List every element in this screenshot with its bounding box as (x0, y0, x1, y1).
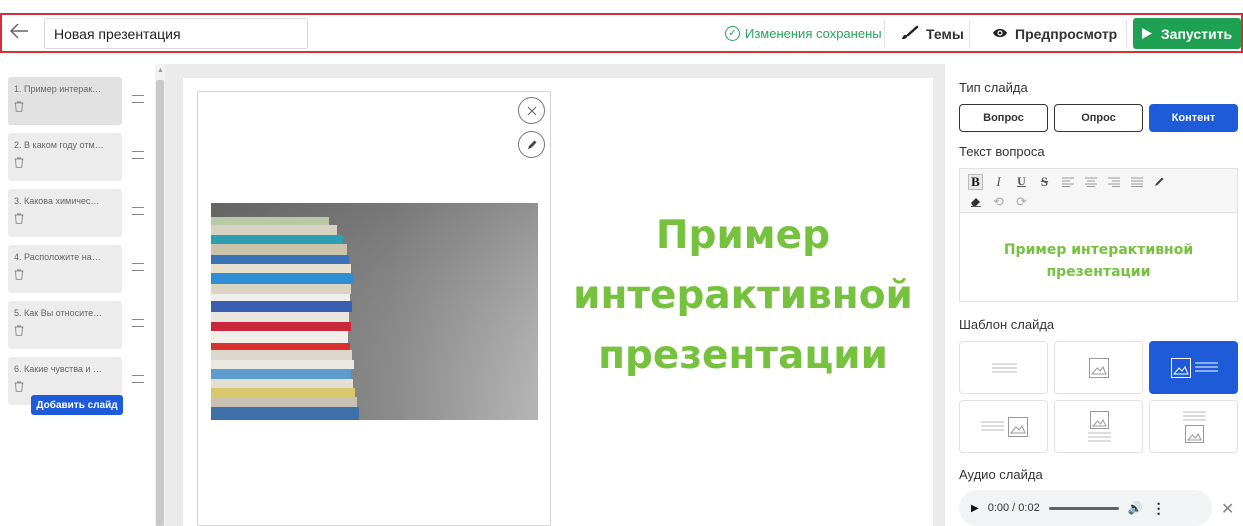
slide-heading[interactable]: Пример интерактивной презентации (558, 206, 928, 386)
image-block[interactable] (197, 91, 551, 526)
scrollbar-thumb[interactable] (156, 80, 164, 526)
undo-icon[interactable]: ⟲ (991, 194, 1006, 210)
trash-icon[interactable] (14, 211, 24, 224)
slide-title: 6. Какие чувства и … (14, 364, 102, 374)
slide-list-item: 4. Расположите на… (8, 245, 150, 297)
slide-thumbnail[interactable]: 2. В каком году отм… (8, 133, 122, 181)
trash-icon[interactable] (14, 155, 24, 168)
themes-label: Темы (926, 26, 964, 42)
remove-audio-icon[interactable]: ✕ (1221, 499, 1234, 519)
divider (1126, 20, 1127, 47)
question-text-label: Текст вопроса (959, 144, 1045, 159)
slide-title: 1. Пример интерак… (14, 84, 102, 94)
eye-icon (992, 26, 1008, 42)
brush-icon (899, 25, 919, 44)
align-right-icon[interactable] (1106, 174, 1121, 190)
editor-toolbar: B I U S ⟲ ⟳ (960, 169, 1237, 213)
slide-thumbnail[interactable]: 4. Расположите на… (8, 245, 122, 293)
save-status-text: Изменения сохранены (745, 26, 882, 41)
presentation-title-input[interactable] (44, 18, 308, 49)
trash-icon[interactable] (14, 99, 24, 112)
template-text-top-image-bottom[interactable] (1149, 400, 1238, 453)
preview-label: Предпросмотр (1015, 26, 1118, 42)
editor-content[interactable]: Пример интерактивной презентации (960, 213, 1237, 283)
drag-handle-icon[interactable] (132, 151, 144, 159)
italic-icon[interactable]: I (991, 174, 1006, 190)
drag-handle-icon[interactable] (132, 319, 144, 327)
template-grid (959, 341, 1241, 457)
slide-template-label: Шаблон слайда (959, 317, 1055, 332)
trash-icon[interactable] (14, 323, 24, 336)
slide-title: 5. Как Вы относите… (14, 308, 103, 318)
trash-icon[interactable] (14, 267, 24, 280)
bold-icon[interactable]: B (968, 173, 983, 190)
divider (884, 20, 885, 47)
audio-progress-track[interactable] (1048, 506, 1119, 510)
play-icon (1141, 26, 1152, 42)
template-text-only[interactable] (959, 341, 1048, 394)
align-justify-icon[interactable] (1129, 174, 1144, 190)
slide-title: 4. Расположите на… (14, 252, 101, 262)
text-color-pencil-icon[interactable] (1152, 174, 1167, 190)
top-toolbar: ✓ Изменения сохранены Темы Предпросмотр … (0, 13, 1243, 53)
align-center-icon[interactable] (1083, 174, 1098, 190)
themes-button[interactable]: Темы (899, 19, 964, 49)
slide-thumbnail[interactable]: 3. Какова химичес… (8, 189, 122, 237)
align-left-icon[interactable] (1060, 174, 1075, 190)
back-arrow-icon[interactable] (8, 21, 34, 45)
pencil-icon[interactable] (518, 131, 545, 158)
slide-canvas-area: Пример интерактивной презентации (165, 64, 945, 526)
type-question-button[interactable]: Вопрос (959, 104, 1048, 132)
slide-list-item: 3. Какова химичес… (8, 189, 150, 241)
slide-thumbnail[interactable]: 1. Пример интерак… (8, 77, 122, 125)
slide-title: 3. Какова химичес… (14, 196, 100, 206)
strikethrough-icon[interactable]: S (1037, 174, 1052, 190)
slide-list-item: 5. Как Вы относите… (8, 301, 150, 353)
check-circle-icon: ✓ (725, 26, 740, 41)
type-poll-button[interactable]: Опрос (1054, 104, 1143, 132)
slide-audio-label: Аудио слайда (959, 467, 1043, 482)
volume-icon[interactable]: 🔊 (1128, 501, 1143, 515)
redo-icon[interactable]: ⟳ (1014, 194, 1029, 210)
slide-stage: Пример интерактивной презентации (183, 78, 933, 526)
drag-handle-icon[interactable] (132, 207, 144, 215)
slide-list: 1. Пример интерак… 2. В каком году отм… … (8, 77, 150, 413)
add-slide-button[interactable]: Добавить слайд (31, 395, 123, 415)
save-status: ✓ Изменения сохранены (725, 26, 882, 41)
slide-list-item: 2. В каком году отм… (8, 133, 150, 185)
divider (969, 20, 970, 47)
close-icon[interactable] (518, 97, 545, 124)
slide-list-scrollbar[interactable]: ▲ (155, 64, 165, 526)
audio-time: 0:00 / 0:02 (987, 502, 1040, 514)
slide-title: 2. В каком году отм… (14, 140, 104, 150)
play-icon[interactable]: ▶ (971, 503, 979, 514)
underline-icon[interactable]: U (1014, 174, 1029, 190)
scroll-up-arrow-icon[interactable]: ▲ (157, 67, 164, 74)
audio-player: ▶ 0:00 / 0:02 🔊 ⋮ (959, 490, 1212, 526)
template-image-top-text-bottom[interactable] (1054, 400, 1143, 453)
run-label: Запустить (1160, 25, 1233, 42)
trash-icon[interactable] (14, 379, 24, 392)
books-image (211, 203, 538, 420)
drag-handle-icon[interactable] (132, 95, 144, 103)
drag-handle-icon[interactable] (132, 375, 144, 383)
run-button[interactable]: Запустить (1133, 18, 1241, 49)
more-options-icon[interactable]: ⋮ (1152, 500, 1166, 517)
template-text-left-image-right[interactable] (959, 400, 1048, 453)
type-content-button[interactable]: Контент (1149, 104, 1238, 132)
rich-text-editor: B I U S ⟲ ⟳ Пример интерактивной презент… (959, 168, 1238, 302)
slide-type-label: Тип слайда (959, 80, 1028, 95)
slide-thumbnail[interactable]: 5. Как Вы относите… (8, 301, 122, 349)
template-image-only[interactable] (1054, 341, 1143, 394)
template-image-left-text-right[interactable] (1149, 341, 1238, 394)
preview-button[interactable]: Предпросмотр (992, 19, 1117, 49)
slide-list-item: 1. Пример интерак… (8, 77, 150, 129)
eraser-icon[interactable] (968, 194, 983, 210)
slide-settings-panel: Тип слайда Вопрос Опрос Контент Текст во… (947, 64, 1243, 526)
drag-handle-icon[interactable] (132, 263, 144, 271)
